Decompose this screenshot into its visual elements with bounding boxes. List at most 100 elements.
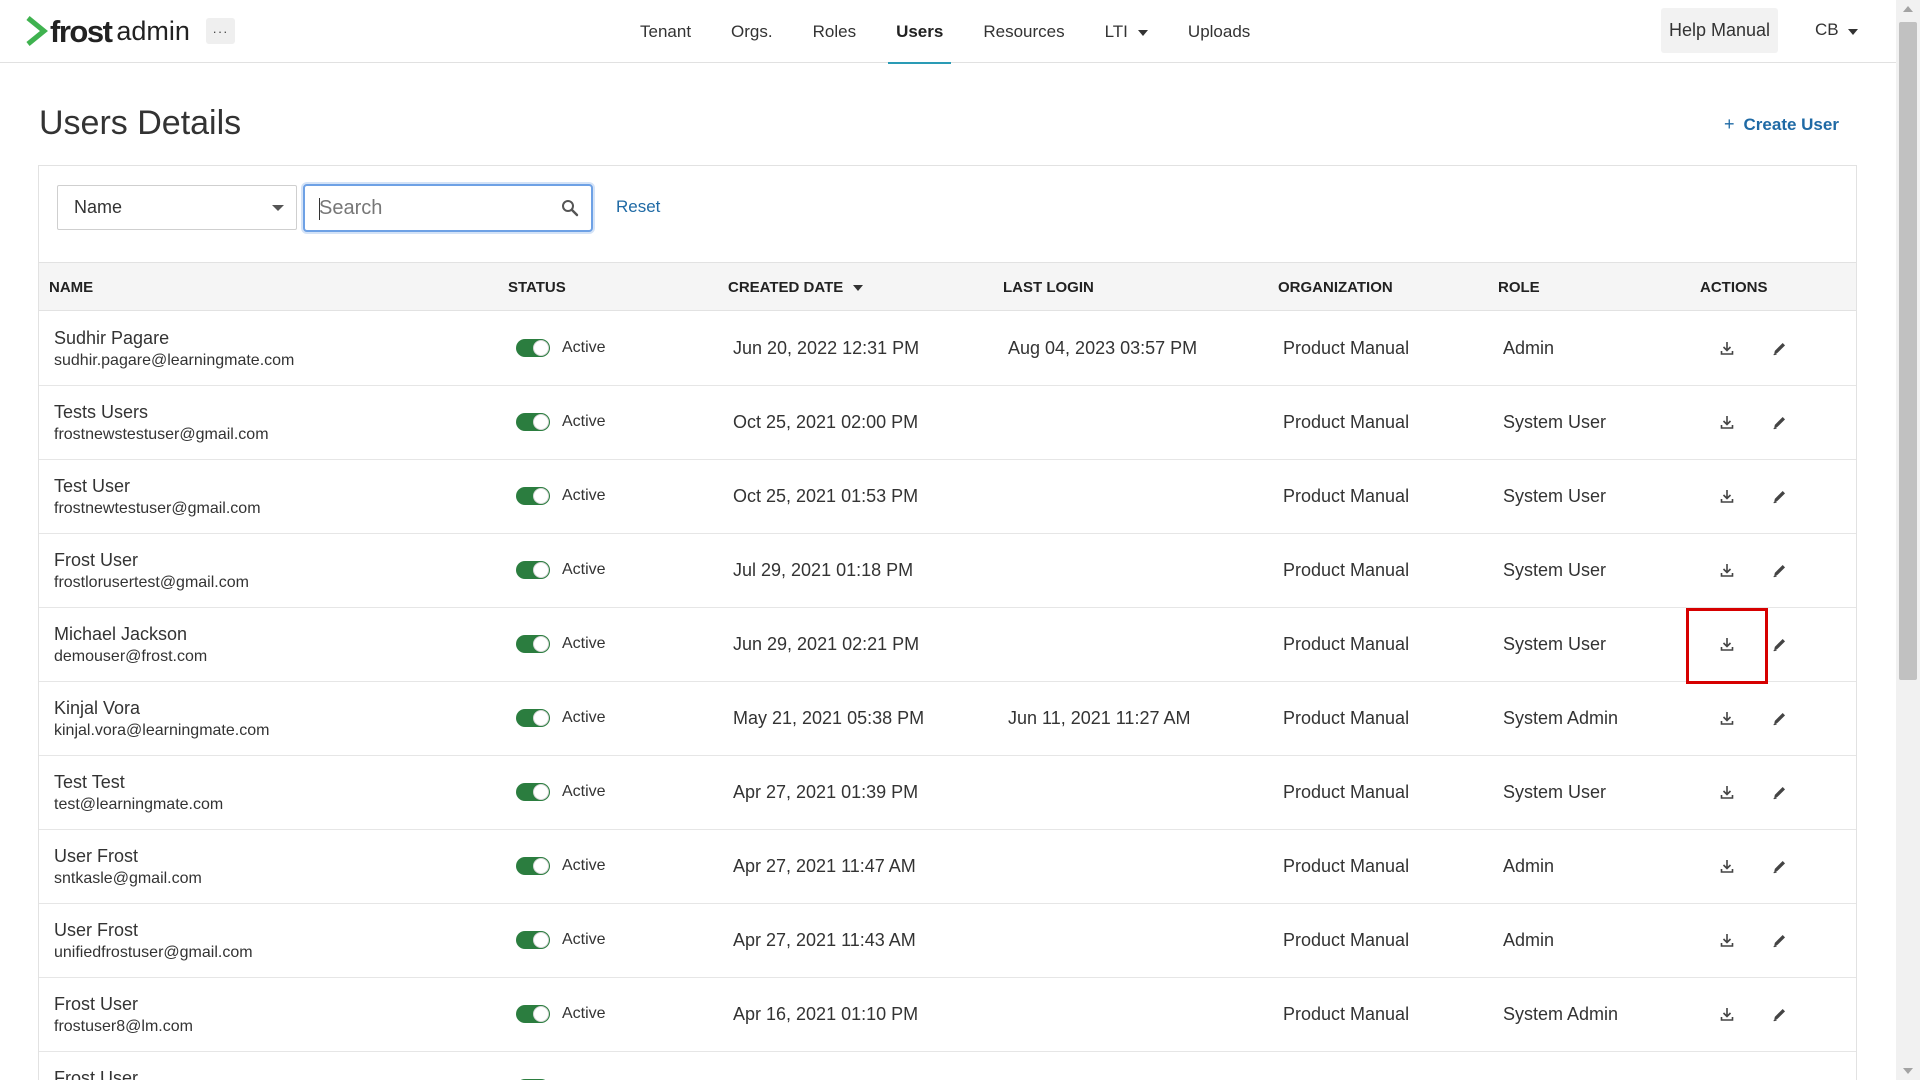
- table-row: Frost User frostuser8@lm.com Active Apr 16,…: [39, 978, 1856, 1052]
- user-name: Frost User: [54, 1068, 139, 1080]
- table-row: Test User frostnewtestuser@gmail.com Activ…: [39, 460, 1856, 534]
- download-icon[interactable]: [1717, 930, 1737, 950]
- more-options-button[interactable]: ···: [206, 18, 235, 44]
- nav-item-orgs[interactable]: Orgs.: [711, 0, 793, 63]
- user-name: Frost User: [54, 994, 139, 1014]
- user-name: Michael Jackson: [54, 624, 188, 644]
- download-icon[interactable]: [1717, 856, 1737, 876]
- status-toggle[interactable]: [516, 931, 550, 949]
- role: System Admin: [1503, 1004, 1619, 1024]
- status-toggle[interactable]: [516, 857, 550, 875]
- nav-item-users[interactable]: Users: [876, 0, 963, 64]
- edit-icon[interactable]: [1769, 856, 1789, 876]
- create-user-button[interactable]: + Create User: [1724, 114, 1839, 135]
- status-label: Active: [562, 709, 606, 726]
- role: System User: [1503, 486, 1607, 506]
- user-menu[interactable]: CB: [1815, 20, 1858, 40]
- search-input[interactable]: [319, 186, 549, 230]
- status-toggle[interactable]: [516, 709, 550, 727]
- user-email: frostnewstestuser@gmail.com: [54, 426, 269, 443]
- status-toggle[interactable]: [516, 487, 550, 505]
- table-row: Frost UserActive: [39, 1052, 1856, 1080]
- nav-item-uploads[interactable]: Uploads: [1168, 0, 1270, 63]
- toggle-knob: [533, 858, 549, 874]
- chevron-down-icon: [1137, 29, 1148, 36]
- edit-icon[interactable]: [1769, 634, 1789, 654]
- scroll-up-icon[interactable]: [1903, 6, 1913, 12]
- scroll-down-icon[interactable]: [1903, 1068, 1913, 1074]
- user-name: User Frost: [54, 920, 139, 940]
- top-navbar: frost admin ··· Tenant Orgs. Roles Users Res…: [0, 0, 1896, 64]
- toggle-knob: [533, 488, 549, 504]
- table-row: Sudhir Pagare sudhir.pagare@learningmate.…: [39, 312, 1856, 386]
- user-name: User Frost: [54, 846, 139, 866]
- nav-item-label: Uploads: [1187, 21, 1251, 41]
- edit-icon[interactable]: [1769, 708, 1789, 728]
- status-toggle[interactable]: [516, 1005, 550, 1023]
- toggle-knob: [533, 784, 549, 800]
- status-toggle[interactable]: [516, 561, 550, 579]
- status-toggle[interactable]: [516, 783, 550, 801]
- col-header-status: STATUS: [508, 279, 566, 296]
- status-toggle[interactable]: [516, 413, 550, 431]
- organization: Product Manual: [1283, 708, 1410, 728]
- download-icon[interactable]: [1717, 412, 1737, 432]
- user-email: sudhir.pagare@learningmate.com: [54, 352, 295, 369]
- nav-item-lti[interactable]: LTI: [1085, 0, 1168, 63]
- download-icon[interactable]: [1717, 560, 1737, 580]
- filter-field-value: Name: [74, 197, 123, 217]
- edit-icon[interactable]: [1769, 782, 1789, 802]
- reset-link[interactable]: Reset: [616, 197, 660, 217]
- toggle-knob: [533, 1006, 549, 1022]
- edit-icon[interactable]: [1769, 338, 1789, 358]
- col-header-created-date[interactable]: CREATED DATE: [728, 279, 864, 296]
- page-scrollbar[interactable]: [1896, 0, 1920, 1080]
- scroll-thumb[interactable]: [1899, 22, 1917, 680]
- edit-icon[interactable]: [1769, 930, 1789, 950]
- organization: Product Manual: [1283, 634, 1410, 654]
- brand-sub: admin: [116, 15, 190, 46]
- download-icon[interactable]: [1717, 708, 1737, 728]
- nav-item-label: Roles: [812, 21, 857, 41]
- edit-icon[interactable]: [1769, 412, 1789, 432]
- table-row: Test Test test@learningmate.com Active Apr …: [39, 756, 1856, 830]
- nav-item-label: Users: [896, 21, 944, 41]
- edit-icon[interactable]: [1769, 560, 1789, 580]
- search-box[interactable]: [303, 184, 593, 232]
- nav-item-resources[interactable]: Resources: [963, 0, 1084, 63]
- download-icon[interactable]: [1717, 634, 1737, 654]
- download-icon[interactable]: [1717, 338, 1737, 358]
- table-row: Tests Users frostnewstestuser@gmail.com Ac…: [39, 386, 1856, 460]
- search-icon[interactable]: [561, 199, 579, 217]
- nav-item-roles[interactable]: Roles: [793, 0, 876, 63]
- download-icon[interactable]: [1717, 1004, 1737, 1024]
- table-row: Kinjal Vora kinjal.vora@learningmate.com A…: [39, 682, 1856, 756]
- status-label: Active: [562, 635, 606, 652]
- organization: Product Manual: [1283, 486, 1410, 506]
- app-logo[interactable]: frost admin: [26, 14, 190, 48]
- user-name: Kinjal Vora: [54, 698, 141, 718]
- help-manual-button[interactable]: Help Manual: [1661, 8, 1778, 53]
- created-date: Apr 27, 2021 01:39 PM: [733, 782, 919, 802]
- download-icon[interactable]: [1717, 486, 1737, 506]
- status-toggle[interactable]: [516, 635, 550, 653]
- role: System User: [1503, 412, 1607, 432]
- col-header-name: NAME: [49, 279, 94, 296]
- user-name: Tests Users: [54, 402, 149, 422]
- created-date: Oct 25, 2021 02:00 PM: [733, 412, 919, 432]
- user-name: Frost User: [54, 550, 139, 570]
- created-date: Apr 27, 2021 11:47 AM: [733, 856, 916, 876]
- plus-icon: +: [1724, 114, 1735, 134]
- user-email: frostlorusertest@gmail.com: [54, 574, 249, 591]
- nav-item-tenant[interactable]: Tenant: [620, 0, 711, 63]
- filter-field-select[interactable]: Name: [57, 185, 297, 230]
- status-toggle[interactable]: [516, 339, 550, 357]
- download-icon[interactable]: [1717, 782, 1737, 802]
- create-user-label: Create User: [1743, 114, 1839, 134]
- edit-icon[interactable]: [1769, 486, 1789, 506]
- main-nav: Tenant Orgs. Roles Users Resources LTI Uploads: [620, 0, 1270, 64]
- users-card: Name Reset NAME STATUS CREATED DATE LAST…: [38, 165, 1857, 1080]
- edit-icon[interactable]: [1769, 1004, 1789, 1024]
- user-name: Test User: [54, 476, 131, 496]
- organization: Product Manual: [1283, 782, 1410, 802]
